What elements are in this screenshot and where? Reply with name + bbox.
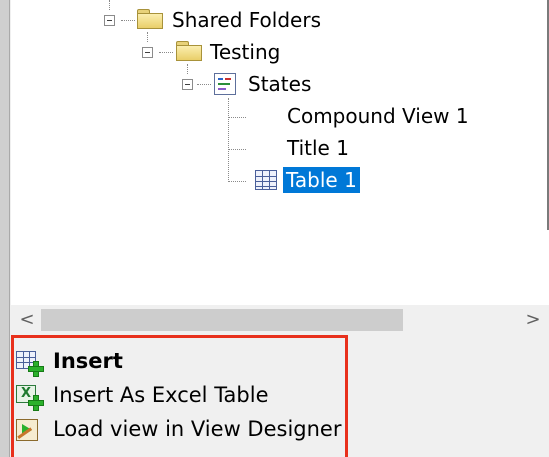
load-view-designer-label: Load view in View Designer (53, 417, 342, 441)
tree-node-compound-view[interactable]: Compound View 1 (287, 103, 469, 129)
scroll-right-arrow-icon[interactable]: > (521, 308, 545, 332)
left-panel-border (0, 0, 10, 457)
tree-connector (109, 0, 110, 10)
tree-view[interactable]: Shared Folders Testing States Compound V… (11, 0, 549, 305)
tree-connector (228, 117, 246, 118)
horizontal-scrollbar[interactable]: < > (11, 305, 549, 335)
compound-view-icon (214, 73, 236, 95)
folder-icon (176, 41, 202, 61)
tree-connector (197, 84, 211, 85)
tree-node-title[interactable]: Title 1 (287, 135, 349, 161)
scrollbar-thumb[interactable] (41, 309, 403, 331)
tree-node-testing[interactable]: Testing (210, 39, 280, 65)
insert-table-icon (16, 349, 48, 377)
scroll-left-arrow-icon[interactable]: < (15, 308, 39, 332)
view-designer-icon (16, 417, 48, 445)
tree-connector (228, 181, 246, 182)
tree-connector (187, 64, 188, 74)
insert-action-label: Insert (53, 349, 123, 373)
tree-node-states[interactable]: States (248, 71, 311, 97)
tree-connector (228, 149, 246, 150)
tree-node-shared-folders[interactable]: Shared Folders (172, 7, 321, 33)
insert-excel-table-label: Insert As Excel Table (53, 383, 269, 407)
tree-node-table-selected[interactable]: Table 1 (283, 167, 360, 193)
collapse-shared-folders-icon[interactable] (104, 15, 115, 26)
folder-icon (137, 9, 163, 29)
collapse-testing-icon[interactable] (142, 47, 153, 58)
table-icon (255, 170, 277, 190)
tree-connector (159, 52, 173, 53)
insert-excel-table-icon (16, 383, 48, 411)
tree-connector (121, 20, 135, 21)
tree-connector (147, 32, 148, 42)
collapse-states-icon[interactable] (182, 79, 193, 90)
tree-connector (228, 98, 229, 182)
